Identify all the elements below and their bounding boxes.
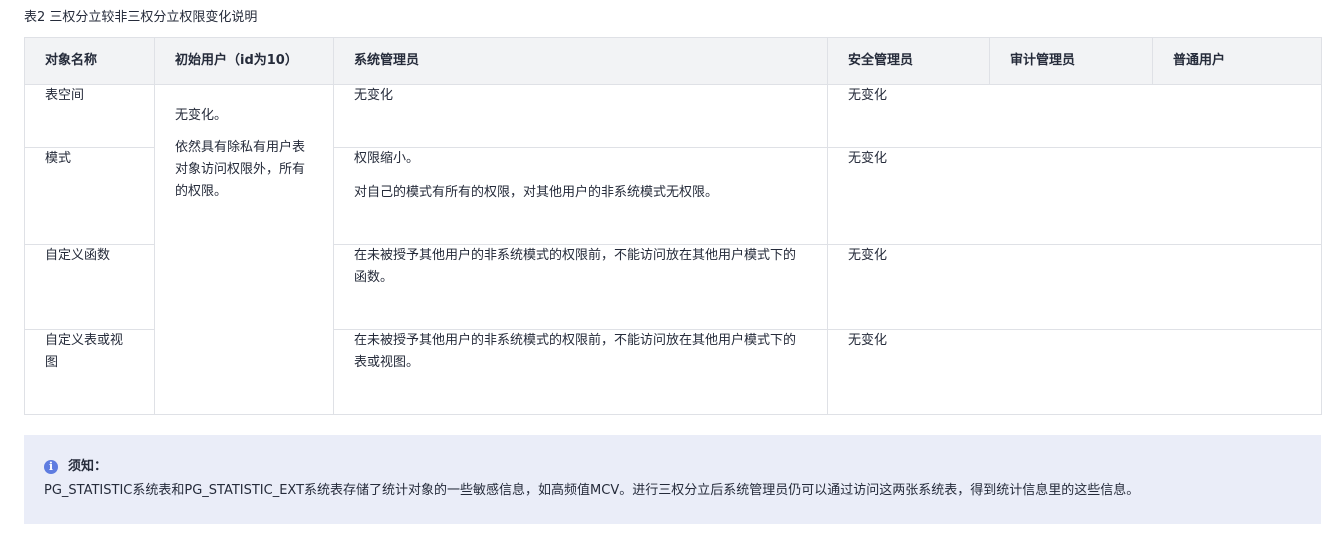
sysadmin-text: 在未被授予其他用户的非系统模式的权限前，不能访问放在其他用户模式下的表或视图。	[354, 333, 797, 370]
sysadmin-text: 无变化	[354, 88, 394, 103]
other-admins-cell: 无变化	[827, 84, 1322, 148]
header-security-admin: 安全管理员	[827, 37, 990, 85]
object-name-cell: 自定义表或视图	[24, 329, 155, 415]
object-name-cell: 自定义函数	[24, 244, 155, 330]
info-icon: i	[44, 460, 58, 474]
other-admins-cell: 无变化	[827, 147, 1322, 245]
header-object-name: 对象名称	[24, 37, 155, 85]
table-header-row: 对象名称 初始用户（id为10） 系统管理员 安全管理员 审计管理员 普通用户	[24, 37, 1322, 85]
notice-body: PG_STATISTIC系统表和PG_STATISTIC_EXT系统表存储了统计…	[44, 483, 1140, 498]
sysadmin-cell: 权限缩小。 对自己的模式有所有的权限，对其他用户的非系统模式无权限。	[333, 147, 828, 245]
initial-user-line: 依然具有除私有用户表对象访问权限外，所有的权限。	[175, 140, 306, 199]
other-admins-cell: 无变化	[827, 244, 1322, 330]
notice-title-row: i 须知：	[44, 457, 1301, 477]
table-row: 表空间 无变化。 依然具有除私有用户表对象访问权限外，所有的权限。 无变化 无变…	[24, 84, 1322, 415]
sysadmin-cell: 在未被授予其他用户的非系统模式的权限前，不能访问放在其他用户模式下的表或视图。	[333, 329, 828, 415]
sysadmin-cell: 在未被授予其他用户的非系统模式的权限前，不能访问放在其他用户模式下的函数。	[333, 244, 828, 330]
sysadmin-text: 对自己的模式有所有的权限，对其他用户的非系统模式无权限。	[354, 185, 719, 200]
table-caption: 表2 三权分立较非三权分立权限变化说明	[24, 10, 258, 25]
other-admins-cell: 无变化	[827, 329, 1322, 415]
permission-table: 对象名称 初始用户（id为10） 系统管理员 安全管理员 审计管理员 普通用户 …	[24, 37, 1322, 415]
header-initial-user: 初始用户（id为10）	[154, 37, 334, 85]
sysadmin-text: 在未被授予其他用户的非系统模式的权限前，不能访问放在其他用户模式下的函数。	[354, 248, 797, 285]
header-sysadmin: 系统管理员	[333, 37, 828, 85]
sysadmin-cell: 无变化	[333, 84, 828, 148]
initial-user-line: 无变化。	[175, 108, 228, 123]
notice-box: i 须知： PG_STATISTIC系统表和PG_STATISTIC_EXT系统…	[24, 435, 1321, 524]
initial-user-cell: 无变化。 依然具有除私有用户表对象访问权限外，所有的权限。	[154, 84, 334, 415]
object-name-cell: 模式	[24, 147, 155, 245]
header-normal-user: 普通用户	[1152, 37, 1322, 85]
sysadmin-text: 权限缩小。	[354, 151, 420, 166]
header-audit-admin: 审计管理员	[989, 37, 1153, 85]
notice-title: 须知：	[68, 459, 108, 474]
object-name-cell: 表空间	[24, 84, 155, 148]
